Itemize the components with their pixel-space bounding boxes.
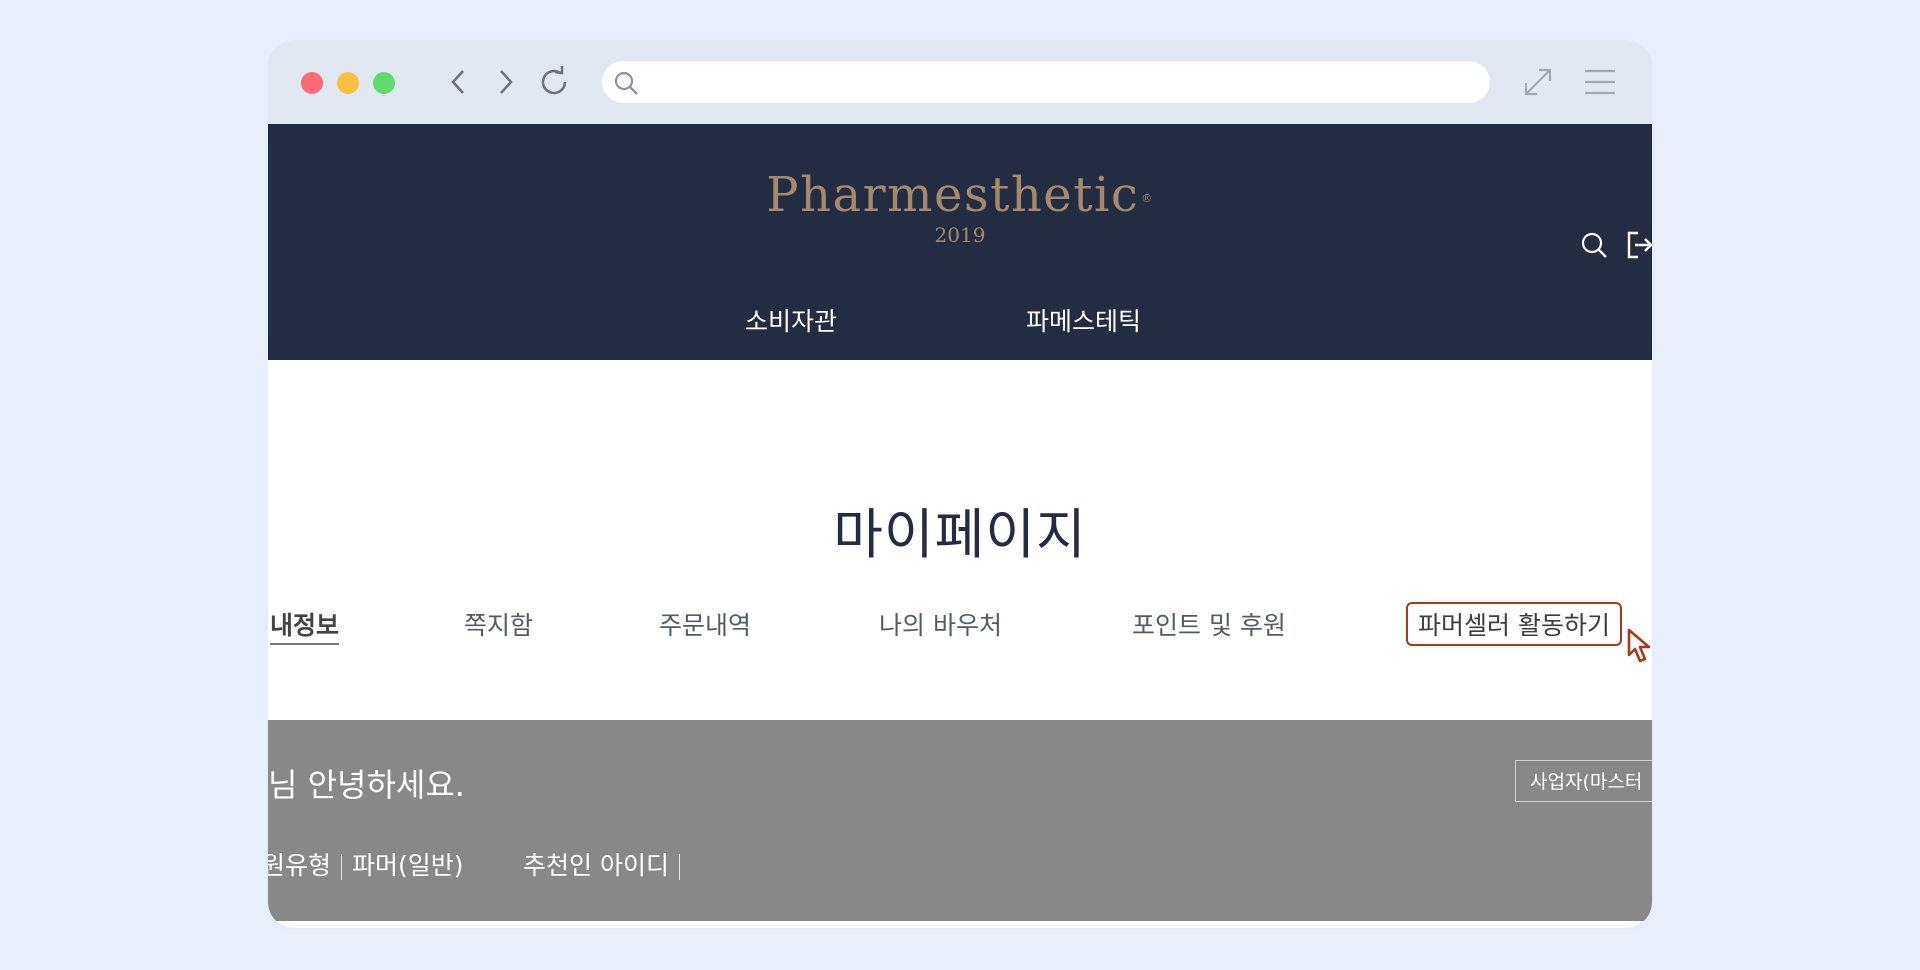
minimize-window-button[interactable] bbox=[337, 72, 359, 94]
divider bbox=[678, 854, 680, 880]
greeting-text: 님 안녕하세요. bbox=[268, 766, 465, 804]
page-title: 마이페이지 bbox=[833, 503, 1087, 566]
tab-my-info[interactable]: 내정보 bbox=[270, 606, 340, 645]
brand-logo[interactable]: Pharmesthetic ® 2019 bbox=[268, 168, 1652, 248]
divider bbox=[341, 854, 343, 880]
profile-panel bbox=[268, 720, 1652, 921]
member-type-value: 파머(일반) bbox=[352, 851, 464, 880]
nav-pharmesthetic[interactable]: 파메스테틱 bbox=[1026, 302, 1141, 338]
tab-messages[interactable]: 쪽지함 bbox=[464, 606, 533, 642]
referrer-label: 추천인 아이디 bbox=[523, 851, 669, 880]
browser-toolbar bbox=[268, 40, 1652, 124]
nav-consumer[interactable]: 소비자관 bbox=[745, 302, 837, 338]
maximize-window-button[interactable] bbox=[373, 72, 395, 94]
reload-icon[interactable] bbox=[536, 64, 572, 100]
tab-pharmseller-activity[interactable]: 파머셀러 활동하기 bbox=[1406, 602, 1622, 646]
referrer-row: 추천인 아이디 bbox=[523, 846, 690, 882]
tab-orders[interactable]: 주문내역 bbox=[659, 606, 751, 642]
member-level-badge: 사업자(마스터 bbox=[1515, 760, 1652, 802]
member-type-row: 원유형 파머(일반) bbox=[268, 846, 464, 882]
member-type-label: 원유형 bbox=[268, 851, 332, 880]
forward-icon[interactable] bbox=[488, 64, 524, 100]
expand-icon[interactable] bbox=[1520, 64, 1556, 100]
tab-points-sponsorship[interactable]: 포인트 및 후원 bbox=[1132, 606, 1286, 642]
search-icon[interactable] bbox=[1580, 231, 1610, 265]
address-bar[interactable] bbox=[602, 61, 1490, 103]
back-icon[interactable] bbox=[440, 64, 476, 100]
mouse-pointer-icon bbox=[1626, 628, 1652, 668]
logo-name: Pharmesthetic bbox=[766, 167, 1140, 223]
close-window-button[interactable] bbox=[301, 72, 323, 94]
logout-icon[interactable] bbox=[1626, 230, 1652, 264]
tab-my-vouchers[interactable]: 나의 바우처 bbox=[879, 606, 1002, 642]
search-icon bbox=[612, 69, 640, 101]
menu-icon[interactable] bbox=[1582, 64, 1618, 100]
site-header: Pharmesthetic ® 2019 소비자관 파메스테틱 bbox=[268, 124, 1652, 360]
browser-window: Pharmesthetic ® 2019 소비자관 파메스테틱 마이페이지 내정보… bbox=[268, 40, 1652, 928]
logo-registered-mark: ® bbox=[1141, 192, 1154, 205]
logo-year: 2019 bbox=[934, 223, 986, 247]
